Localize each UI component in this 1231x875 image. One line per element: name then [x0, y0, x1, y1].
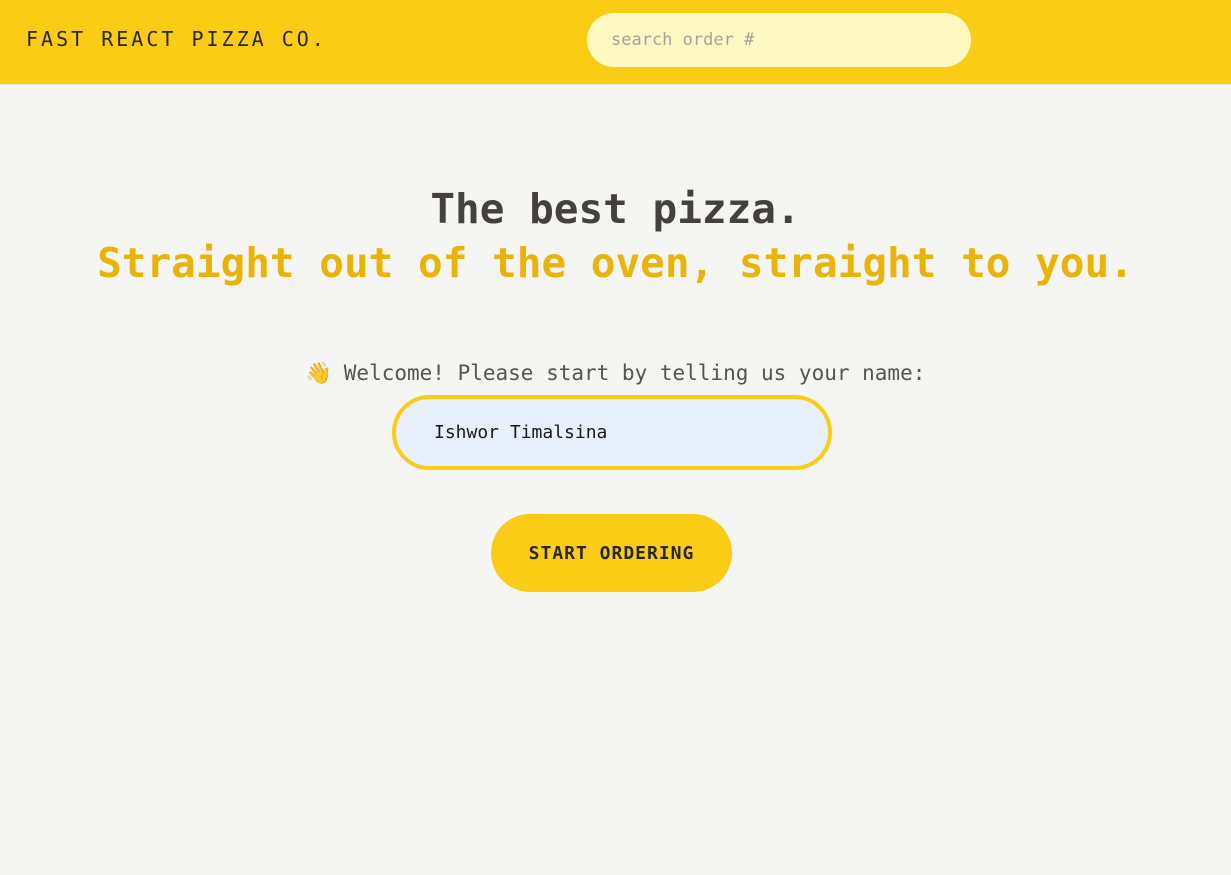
hero-heading: The best pizza. Straight out of the oven…: [0, 180, 1231, 288]
app-header: FAST REACT PIZZA CO.: [0, 0, 1231, 85]
name-input[interactable]: [392, 395, 832, 470]
hero-title: The best pizza.: [430, 185, 801, 233]
start-ordering-button[interactable]: START ORDERING: [491, 514, 732, 592]
logo-link[interactable]: FAST REACT PIZZA CO.: [26, 27, 327, 51]
welcome-message: 👋 Welcome! Please start by telling us you…: [0, 361, 1231, 386]
waving-hand-icon: 👋: [305, 361, 332, 385]
search-order-input[interactable]: [587, 13, 971, 67]
hero-subtitle: Straight out of the oven, straight to yo…: [97, 239, 1134, 287]
welcome-text: Welcome! Please start by telling us your…: [343, 361, 926, 385]
